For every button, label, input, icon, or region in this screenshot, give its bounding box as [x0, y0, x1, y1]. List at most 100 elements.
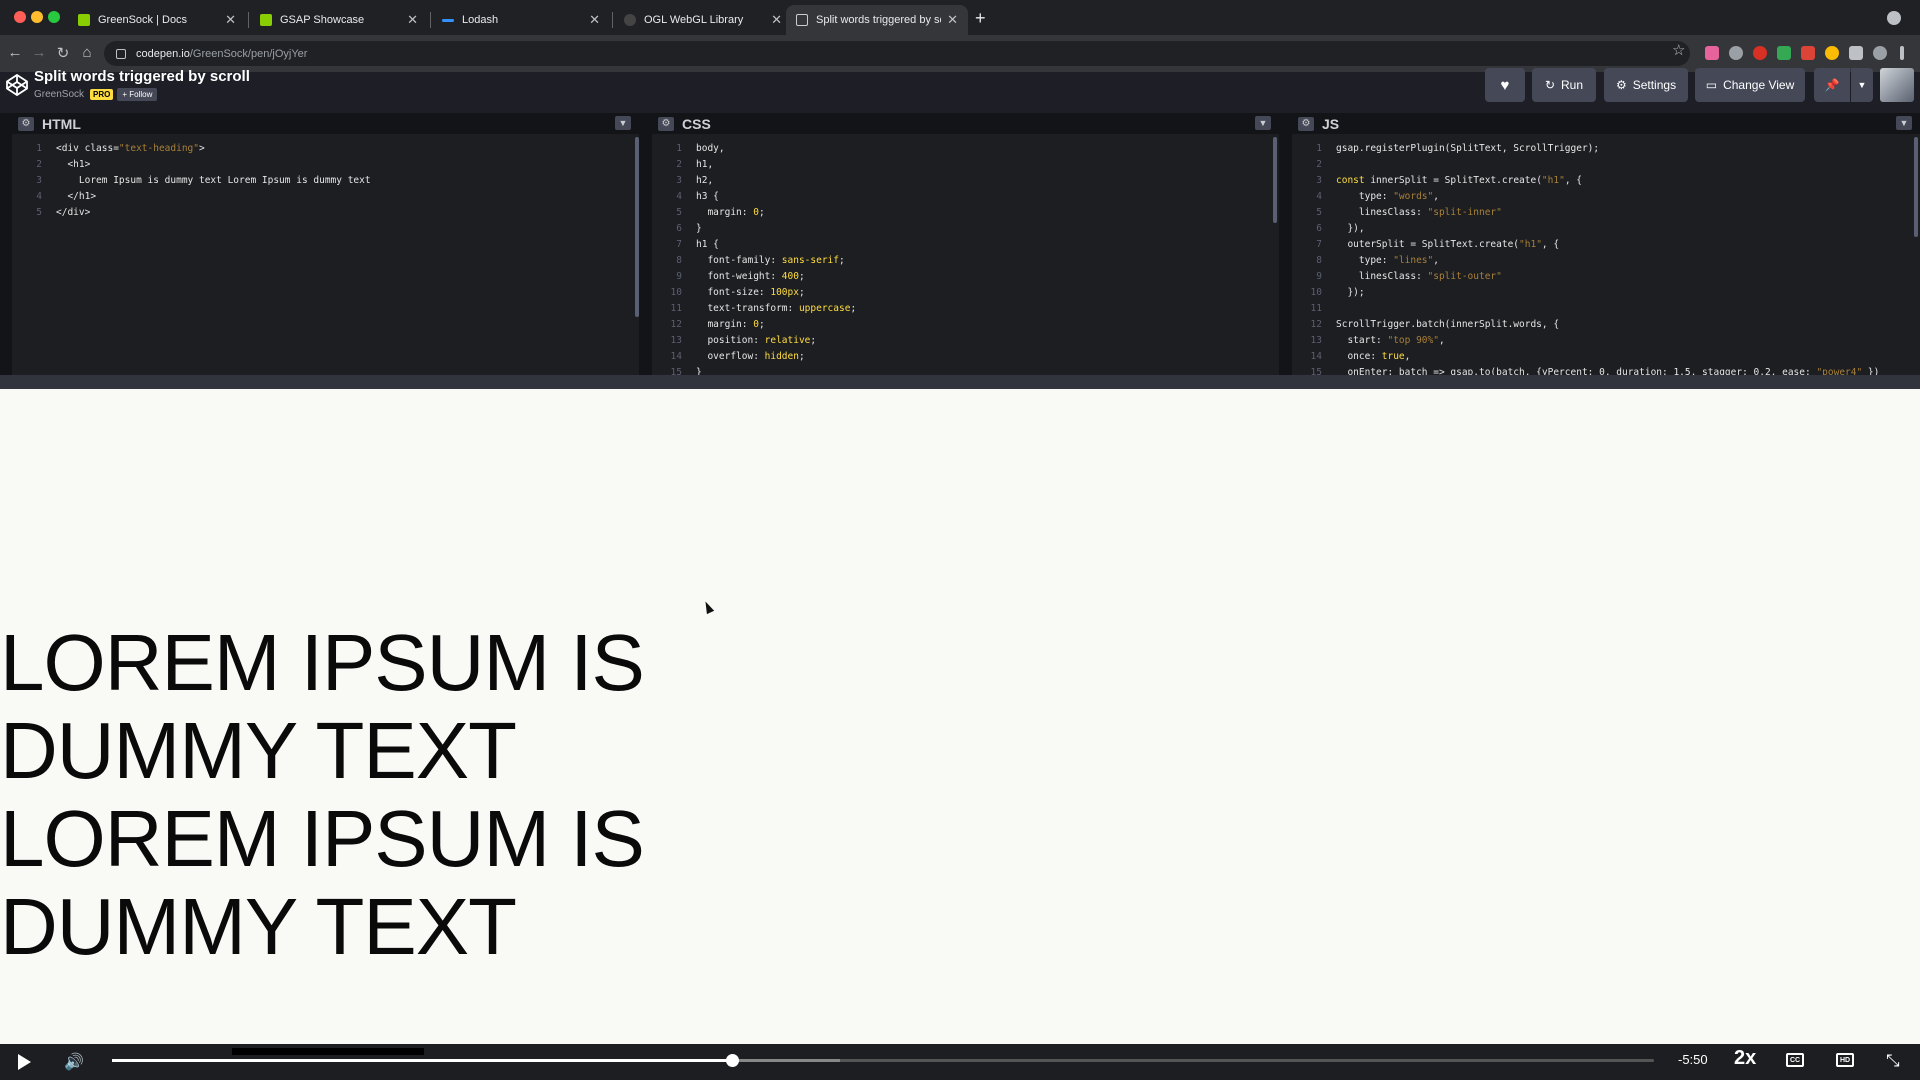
browser-tab[interactable]: OGL WebGL Library ✕ — [614, 5, 792, 35]
seek-bar[interactable] — [112, 1054, 1654, 1067]
line-number: 1 — [36, 143, 42, 154]
run-button[interactable]: ↻ Run — [1532, 68, 1596, 102]
new-tab-button[interactable]: + — [975, 8, 986, 29]
lock-icon — [116, 48, 126, 59]
pro-badge: PRO — [90, 89, 114, 100]
extension-icon[interactable] — [1729, 46, 1743, 60]
closed-captions-icon[interactable]: CC — [1786, 1053, 1804, 1067]
browser-tab[interactable]: GSAP Showcase ✕ — [250, 5, 428, 35]
css-editor-panel[interactable]: ⚙ CSS ▼ 1 body, 2 h1, 3 h2, 4 h3 {5 margin: 0; 6… — [652, 113, 1279, 378]
scrollbar[interactable] — [635, 137, 639, 317]
chevron-down-icon[interactable]: ▼ — [1255, 116, 1271, 130]
browser-menu-icon[interactable] — [1900, 46, 1904, 60]
close-tab-icon[interactable]: ✕ — [225, 12, 236, 28]
url-input[interactable]: codepen.io/GreenSock/pen/jOyjYer — [104, 41, 1690, 66]
love-button[interactable]: ♥ — [1485, 68, 1525, 102]
follow-button[interactable]: + Follow — [117, 88, 158, 101]
heading-line: dummy text — [0, 882, 517, 971]
extension-icon[interactable] — [1801, 46, 1815, 60]
code-line: linesClass: "split-outer" — [1336, 271, 1502, 282]
line-number: 8 — [1316, 255, 1322, 266]
playback-speed-button[interactable]: 2x — [1734, 1047, 1756, 1070]
scrollbar[interactable] — [1273, 137, 1277, 223]
line-number: 11 — [670, 303, 682, 314]
bookmark-star-icon[interactable]: ☆ — [1672, 41, 1685, 59]
exit-fullscreen-icon[interactable]: ⤡ — [1886, 1051, 1900, 1071]
forward-arrow-icon[interactable]: → — [29, 44, 49, 61]
extensions-puzzle-icon[interactable] — [1849, 46, 1863, 60]
code-line: h3 { — [696, 191, 719, 202]
gear-icon[interactable]: ⚙ — [658, 116, 674, 131]
code-line: position: relative; — [696, 335, 817, 346]
close-tab-icon[interactable]: ✕ — [947, 12, 958, 28]
url-path: /GreenSock/pen/jOyjYer — [189, 47, 308, 60]
chevron-down-icon[interactable]: ▼ — [1896, 116, 1912, 130]
change-view-button[interactable]: ▭ Change View — [1695, 68, 1805, 102]
pin-icon: 📌 — [1824, 78, 1840, 92]
line-number: 1 — [1316, 143, 1322, 154]
code-line: body, — [696, 143, 725, 154]
pen-owner: GreenSock PRO + Follow — [34, 88, 158, 101]
reload-icon[interactable]: ↻ — [53, 44, 73, 62]
close-tab-icon[interactable]: ✕ — [589, 12, 600, 28]
line-number: 10 — [1310, 287, 1322, 298]
seek-handle[interactable] — [725, 1054, 739, 1067]
settings-button[interactable]: ⚙ Settings — [1604, 68, 1688, 102]
code-line: overflow: hidden; — [696, 351, 805, 362]
time-remaining: -5:50 — [1678, 1052, 1708, 1067]
js-editor-header: ⚙ JS ▼ — [1292, 113, 1920, 134]
zoom-window-button[interactable] — [48, 11, 60, 23]
result-preview[interactable]: Lorem Ipsum is dummy text Lorem Ipsum is… — [0, 389, 1920, 1044]
html-editor-panel[interactable]: ⚙ HTML ▼ 1 <div class="text-heading"> 2 <h… — [12, 113, 639, 375]
line-number: 3 — [36, 175, 42, 186]
line-number: 6 — [1316, 223, 1322, 234]
codepen-logo-icon[interactable] — [5, 73, 29, 97]
close-window-button[interactable] — [14, 11, 26, 23]
tab-search-icon[interactable] — [1887, 11, 1901, 25]
code-line: outerSplit = SplitText.create("h1", { — [1336, 239, 1560, 250]
line-number: 3 — [1316, 175, 1322, 186]
owner-name[interactable]: GreenSock — [34, 89, 84, 100]
play-icon[interactable] — [18, 1054, 31, 1070]
played-range — [112, 1059, 732, 1062]
home-icon[interactable]: ⌂ — [77, 44, 97, 61]
browser-tab[interactable]: GreenSock | Docs ✕ — [68, 5, 246, 35]
codepen-favicon-icon — [796, 14, 808, 26]
pin-button[interactable]: 📌 — [1814, 68, 1850, 102]
css-editor-title: CSS — [682, 115, 711, 132]
hd-quality-icon[interactable]: HD — [1836, 1053, 1854, 1067]
preview-thumbnail — [232, 1048, 424, 1055]
close-tab-icon[interactable]: ✕ — [407, 12, 418, 28]
resize-divider[interactable] — [0, 375, 1920, 389]
volume-icon[interactable]: 🔊 — [64, 1052, 84, 1072]
line-number: 4 — [1316, 191, 1322, 202]
browser-tab-active[interactable]: Split words triggered by scroll ✕ — [786, 5, 968, 35]
gear-icon[interactable]: ⚙ — [18, 116, 34, 131]
ogl-favicon-icon — [624, 14, 636, 26]
gear-icon[interactable]: ⚙ — [1298, 116, 1314, 131]
line-number: 14 — [670, 351, 682, 362]
browser-tab[interactable]: Lodash ✕ — [432, 5, 610, 35]
user-avatar[interactable] — [1880, 68, 1914, 102]
back-arrow-icon[interactable]: ← — [5, 44, 25, 61]
js-editor-panel[interactable]: ⚙ JS ▼ 1 gsap.registerPlugin(SplitText, S… — [1292, 113, 1920, 378]
code-line: <div class="text-heading"> — [56, 143, 205, 154]
extension-icon[interactable] — [1753, 46, 1767, 60]
pen-title[interactable]: Split words triggered by scroll — [34, 68, 250, 85]
profile-avatar[interactable] — [1873, 46, 1887, 60]
heading-line: Lorem Ipsum is — [0, 618, 645, 707]
code-line: h1 { — [696, 239, 719, 250]
scrollbar[interactable] — [1914, 137, 1918, 237]
close-tab-icon[interactable]: ✕ — [771, 12, 782, 28]
chevron-down-icon[interactable]: ▼ — [615, 116, 631, 130]
extension-icon[interactable] — [1705, 46, 1719, 60]
pin-dropdown-button[interactable]: ▼ — [1851, 68, 1873, 102]
extension-icon[interactable] — [1777, 46, 1791, 60]
minimize-window-button[interactable] — [31, 11, 43, 23]
line-number: 11 — [1310, 303, 1322, 314]
line-number: 9 — [676, 271, 682, 282]
extension-icon[interactable] — [1825, 46, 1839, 60]
greensock-favicon-icon — [260, 14, 272, 26]
layout-icon: ▭ — [1705, 78, 1718, 92]
code-line: start: "top 90%", — [1336, 335, 1445, 346]
